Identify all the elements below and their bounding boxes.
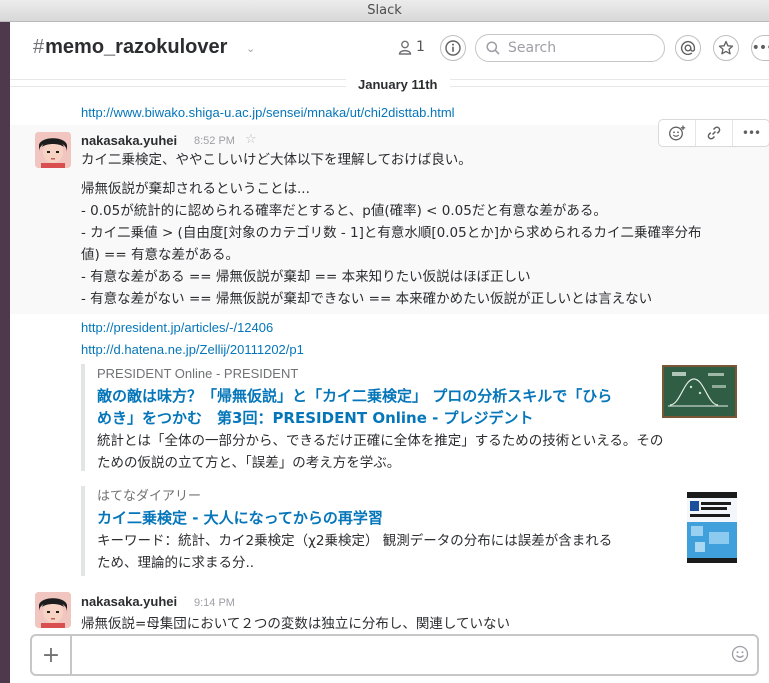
- starred-items-button[interactable]: [713, 35, 739, 61]
- message-input[interactable]: [80, 642, 700, 668]
- channel-name[interactable]: #memo_razokulover: [33, 36, 227, 59]
- attachment-title[interactable]: 敵の敵は味方？「帰無仮説」と「カイ二乗検定」 プロの分析スキルで「ひら めき」を…: [97, 385, 741, 429]
- more-menu-button[interactable]: •••: [751, 35, 769, 61]
- message-line: 帰無仮説が棄却されるということは...: [81, 181, 310, 197]
- attachment-description: 統計とは「全体の一部分から、できるだけ正確に全体を推定」するための技術といえる。…: [97, 430, 741, 474]
- channel-header: #memo_razokulover ⌄ 1 Search ••: [10, 22, 769, 80]
- window-title: Slack: [367, 3, 402, 18]
- add-reaction-button[interactable]: [659, 120, 696, 146]
- at-sign-icon: [680, 40, 696, 56]
- more-actions-button[interactable]: •••: [733, 120, 769, 146]
- message: nakasaka.yuhei 8:52 PM ☆ ••• カイ二乗検定、ややこし…: [10, 119, 769, 314]
- message-timestamp[interactable]: 8:52 PM: [194, 135, 235, 147]
- channel-name-label: memo_razokulover: [45, 36, 228, 58]
- previous-message-link[interactable]: http://www.biwako.shiga-u.ac.jp/sensei/m…: [81, 105, 455, 120]
- sidebar: [0, 22, 10, 683]
- emoji-picker-button[interactable]: [731, 645, 749, 667]
- message-link[interactable]: http://president.jp/articles/-/12406: [81, 317, 304, 339]
- attachment-text-line: 統計とは「全体の一部分から、できるだけ正確に全体を推定」するための技術といえる。…: [97, 433, 664, 449]
- copy-link-button[interactable]: [696, 120, 733, 146]
- member-count-button[interactable]: 1: [398, 39, 425, 55]
- info-icon: [445, 40, 461, 56]
- avatar-image: [35, 592, 71, 628]
- attachment-title-line[interactable]: めき」をつかむ 第3回：PRESIDENT Online - プレジデント: [97, 407, 741, 429]
- attachment-title[interactable]: カイ二乗検定 - 大人になってからの再学習: [97, 507, 741, 529]
- avatar[interactable]: [35, 592, 71, 628]
- channel-info-button[interactable]: [440, 35, 466, 61]
- link-preview-president: PRESIDENT Online - PRESIDENT 敵の敵は味方？「帰無仮…: [81, 364, 741, 471]
- more-horizontal-icon: •••: [751, 40, 769, 56]
- chalkboard-thumbnail[interactable]: [662, 365, 737, 418]
- person-icon: [398, 40, 412, 55]
- search-input[interactable]: Search: [475, 34, 665, 62]
- star-message-icon[interactable]: ☆: [245, 132, 257, 147]
- add-reaction-icon: [669, 125, 686, 141]
- date-divider: January 11th: [10, 74, 769, 94]
- attachment-text-line: ための仮説の立て方と、「誤差」の考え方を学ぶ。: [97, 455, 401, 471]
- message-link[interactable]: http://d.hatena.ne.jp/Zellij/20111202/p1: [81, 339, 304, 361]
- book-cover-thumbnail[interactable]: [687, 492, 737, 563]
- message-author[interactable]: nakasaka.yuhei: [81, 594, 177, 609]
- message-line: カイ二乗検定、ややこしいけど大体以下を理解しておけば良い。: [81, 152, 472, 168]
- chalkboard-image: [662, 365, 737, 418]
- plus-icon: +: [41, 642, 61, 668]
- message-composer: +: [30, 634, 759, 676]
- date-label[interactable]: January 11th: [346, 77, 450, 92]
- channel-hash: #: [33, 36, 45, 58]
- message-author[interactable]: nakasaka.yuhei: [81, 133, 177, 148]
- attachment-description: キーワード：統計、カイ2乗検定（χ2乗検定） 観測データの分布には誤差が含まれる…: [97, 530, 741, 574]
- message-line: 帰無仮説=母集団において２つの変数は独立に分布し、関連していない: [81, 616, 511, 632]
- attach-file-button[interactable]: +: [32, 636, 72, 674]
- attachment-title-line[interactable]: 敵の敵は味方？「帰無仮説」と「カイ二乗検定」 プロの分析スキルで「ひら: [97, 385, 741, 407]
- link-preview-hatena: はてなダイアリー カイ二乗検定 - 大人になってからの再学習 キーワード：統計、…: [81, 486, 741, 576]
- search-placeholder: Search: [508, 40, 557, 56]
- member-count: 1: [416, 39, 425, 55]
- attachment-text-line: ため、理論的に求まる分..: [97, 555, 255, 571]
- attachment-text-line: キーワード：統計、カイ2乗検定（χ2乗検定） 観測データの分布には誤差が含まれる: [97, 533, 613, 549]
- avatar[interactable]: [35, 132, 71, 168]
- book-cover-image: [687, 492, 737, 563]
- message-line: 値) == 有意な差がある。: [81, 247, 239, 263]
- message-timestamp[interactable]: 9:14 PM: [194, 597, 235, 609]
- star-icon: [718, 40, 734, 55]
- link-icon: [707, 126, 721, 140]
- message-line: - カイ二乗値 > (自由度[対象のカテゴリ数 - 1]と有意水順[0.05とか…: [81, 225, 702, 241]
- main-pane: #memo_razokulover ⌄ 1 Search •• January …: [10, 22, 769, 683]
- window-titlebar: Slack: [0, 0, 769, 22]
- message-links: http://president.jp/articles/-/12406 htt…: [81, 317, 304, 361]
- attachment-service: PRESIDENT Online - PRESIDENT: [97, 366, 299, 381]
- more-horizontal-icon: •••: [741, 126, 761, 140]
- attachment-service: はてなダイアリー: [97, 488, 202, 503]
- search-icon: [486, 41, 500, 55]
- chevron-down-icon[interactable]: ⌄: [246, 42, 255, 55]
- avatar-image: [35, 132, 71, 168]
- mentions-button[interactable]: [675, 35, 701, 61]
- message-actions: •••: [658, 119, 769, 147]
- smiley-icon: [731, 645, 749, 663]
- message-line: - 有意な差がある == 帰無仮説が棄却 == 本来知りたい仮説はほぼ正しい: [81, 269, 531, 285]
- message-line: - 0.05が統計的に認められる確率だとすると、p値(確率) < 0.05だと有…: [81, 203, 607, 219]
- message-line: - 有意な差がない == 帰無仮説が棄却できない == 本来確かめたい仮説が正し…: [81, 291, 653, 307]
